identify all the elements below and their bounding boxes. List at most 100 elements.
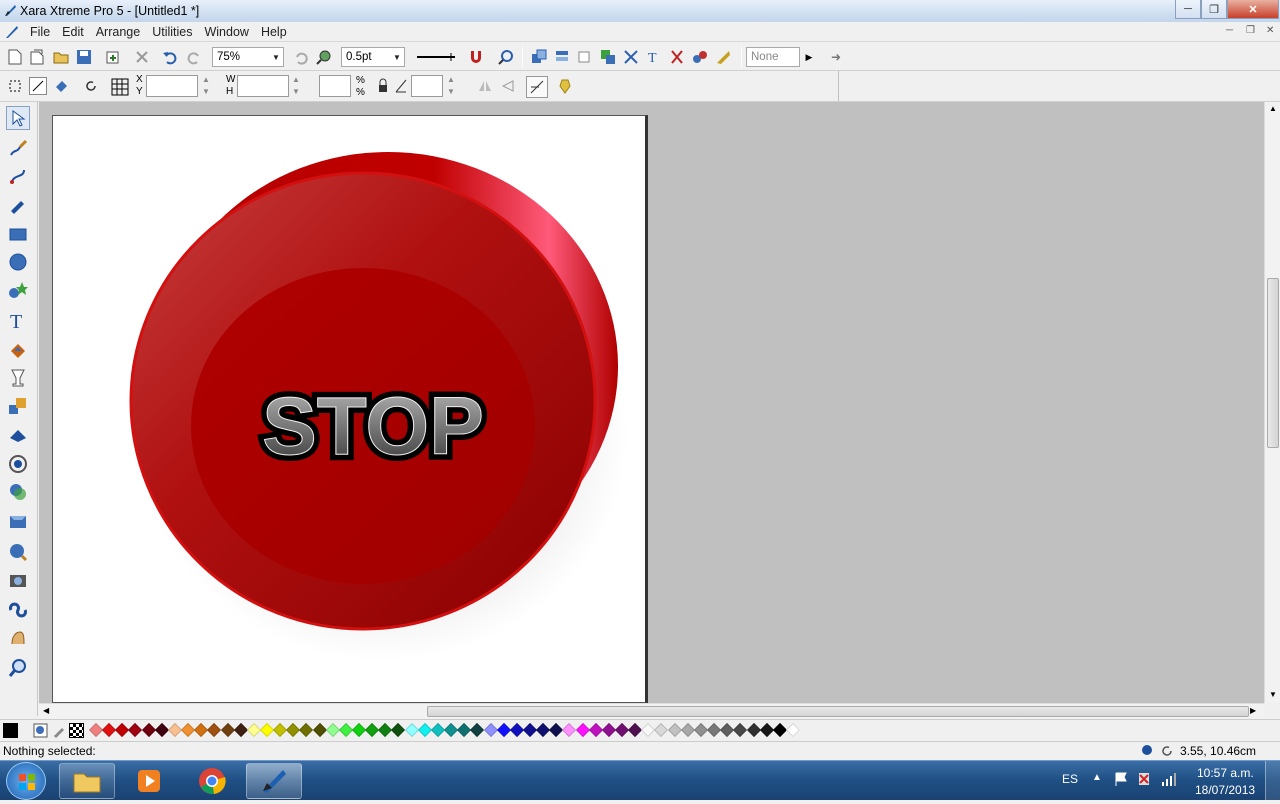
ellipse-tool-icon[interactable]	[6, 250, 30, 274]
previous-zoom-icon[interactable]	[292, 48, 310, 66]
selector-tool-icon[interactable]	[6, 106, 30, 130]
color-editor-icon[interactable]	[33, 723, 48, 738]
color-swatch[interactable]	[680, 722, 695, 738]
rectangle-tool-icon[interactable]	[6, 222, 30, 246]
fill-tool-icon[interactable]	[6, 338, 30, 362]
stop-button-artwork[interactable]: STOP STOP	[53, 116, 645, 702]
save-icon[interactable]	[75, 48, 93, 66]
zoom-to-page-icon[interactable]	[315, 48, 333, 66]
color-swatch[interactable]	[299, 722, 314, 738]
blend-icon[interactable]	[691, 48, 709, 66]
current-line-color[interactable]	[3, 723, 18, 738]
rotate-mode-icon[interactable]	[29, 77, 47, 95]
move-forward-icon[interactable]	[553, 48, 571, 66]
color-swatch[interactable]	[325, 722, 340, 738]
maximize-button[interactable]: ❐	[1201, 0, 1227, 19]
close-button[interactable]: ✕	[1227, 0, 1279, 19]
menu-file[interactable]: File	[24, 25, 56, 39]
x-position-field[interactable]	[146, 75, 198, 97]
spinner-down-icon[interactable]: ▼	[292, 87, 300, 96]
scroll-up-icon[interactable]: ▲	[1269, 104, 1277, 113]
open-icon[interactable]	[52, 48, 70, 66]
quickshape-tool-icon[interactable]	[6, 278, 30, 302]
snap-magnet-icon[interactable]	[467, 48, 485, 66]
photo-tool-icon[interactable]	[6, 568, 30, 592]
menu-utilities[interactable]: Utilities	[146, 25, 198, 39]
spinner-down-icon[interactable]: ▼	[447, 87, 455, 96]
horizontal-scroll-thumb[interactable]	[427, 706, 1249, 717]
contour-tool-icon[interactable]	[6, 452, 30, 476]
color-swatch[interactable]	[391, 722, 406, 738]
color-swatch[interactable]	[575, 722, 590, 738]
shape-editor-icon[interactable]	[622, 48, 640, 66]
color-swatch[interactable]	[233, 722, 248, 738]
import-icon[interactable]	[104, 48, 122, 66]
transform-mode-icon[interactable]	[526, 76, 548, 98]
push-tool-icon[interactable]	[6, 626, 30, 650]
no-color-swatch[interactable]	[69, 723, 84, 738]
undo-icon[interactable]	[161, 48, 179, 66]
color-swatch[interactable]	[141, 722, 156, 738]
arrow-right-icon[interactable]: ➜	[827, 48, 845, 66]
color-swatch[interactable]	[312, 722, 327, 738]
pen-tool-icon[interactable]	[6, 192, 30, 216]
menu-arrange[interactable]: Arrange	[90, 25, 146, 39]
color-swatch[interactable]	[746, 722, 761, 738]
transparency-tool-icon[interactable]	[6, 366, 30, 390]
spinner-up-icon[interactable]: ▲	[292, 75, 300, 84]
text-tool-icon[interactable]: T	[6, 308, 30, 332]
cut-icon[interactable]	[668, 48, 686, 66]
bring-to-front-icon[interactable]	[530, 48, 548, 66]
spinner-up-icon[interactable]: ▲	[447, 75, 455, 84]
flip-vertical-icon[interactable]	[499, 77, 517, 95]
fill-tool-icon[interactable]	[52, 77, 70, 95]
color-swatch[interactable]	[562, 722, 577, 738]
color-swatch[interactable]	[601, 722, 616, 738]
menu-help[interactable]: Help	[255, 25, 293, 39]
network-icon[interactable]	[1136, 771, 1152, 787]
action-center-flag-icon[interactable]	[1113, 771, 1129, 787]
signal-icon[interactable]	[1160, 771, 1178, 787]
color-swatch[interactable]	[522, 722, 538, 738]
vertical-scroll-thumb[interactable]	[1267, 278, 1279, 448]
taskbar-explorer[interactable]	[59, 763, 115, 799]
flip-horizontal-icon[interactable]	[476, 77, 494, 95]
color-swatch[interactable]	[246, 722, 261, 738]
lock-aspect-icon[interactable]	[374, 77, 392, 95]
color-swatch[interactable]	[785, 722, 801, 738]
mould-tool-icon[interactable]	[6, 424, 30, 448]
rotation-angle-icon[interactable]	[392, 77, 410, 95]
color-swatch[interactable]	[693, 722, 708, 738]
color-picker-icon[interactable]	[52, 723, 67, 738]
vertical-scrollbar[interactable]: ▲ ▼	[1264, 102, 1280, 703]
show-hidden-icons-icon[interactable]: ▲	[1092, 772, 1102, 783]
show-desktop-button[interactable]	[1265, 761, 1280, 801]
language-indicator[interactable]: ES	[1062, 772, 1078, 786]
color-swatch[interactable]	[154, 722, 169, 738]
taskbar-media-player[interactable]	[121, 763, 177, 799]
scroll-down-icon[interactable]: ▼	[1269, 690, 1277, 699]
percent-icon[interactable]: %	[356, 75, 365, 86]
selection-bounds-icon[interactable]	[6, 77, 24, 95]
scroll-left-icon[interactable]: ◀	[43, 706, 49, 715]
color-swatch[interactable]	[496, 722, 511, 738]
move-backward-icon[interactable]	[576, 48, 594, 66]
text-tool-icon[interactable]: T	[645, 48, 663, 66]
grid-icon[interactable]	[109, 76, 131, 98]
snap-to-grid-icon[interactable]	[497, 48, 515, 66]
color-swatch[interactable]	[772, 722, 787, 738]
freehand-tool-icon[interactable]	[6, 136, 30, 160]
color-swatch[interactable]	[509, 722, 524, 738]
color-swatch[interactable]	[733, 722, 748, 738]
shadow-tool-icon[interactable]	[6, 480, 30, 504]
document-page[interactable]: STOP STOP	[52, 115, 648, 703]
width-field[interactable]	[237, 75, 289, 97]
taskbar-chrome[interactable]	[184, 763, 240, 799]
color-swatch[interactable]	[338, 722, 353, 738]
spinner-up-icon[interactable]: ▲	[202, 75, 210, 84]
zoom-tool-icon[interactable]	[6, 656, 30, 680]
line-width-select[interactable]: 0.5pt ▼	[341, 47, 405, 67]
spinner-down-icon[interactable]: ▼	[202, 87, 210, 96]
color-swatch[interactable]	[667, 722, 682, 738]
scale-field[interactable]	[319, 75, 351, 97]
